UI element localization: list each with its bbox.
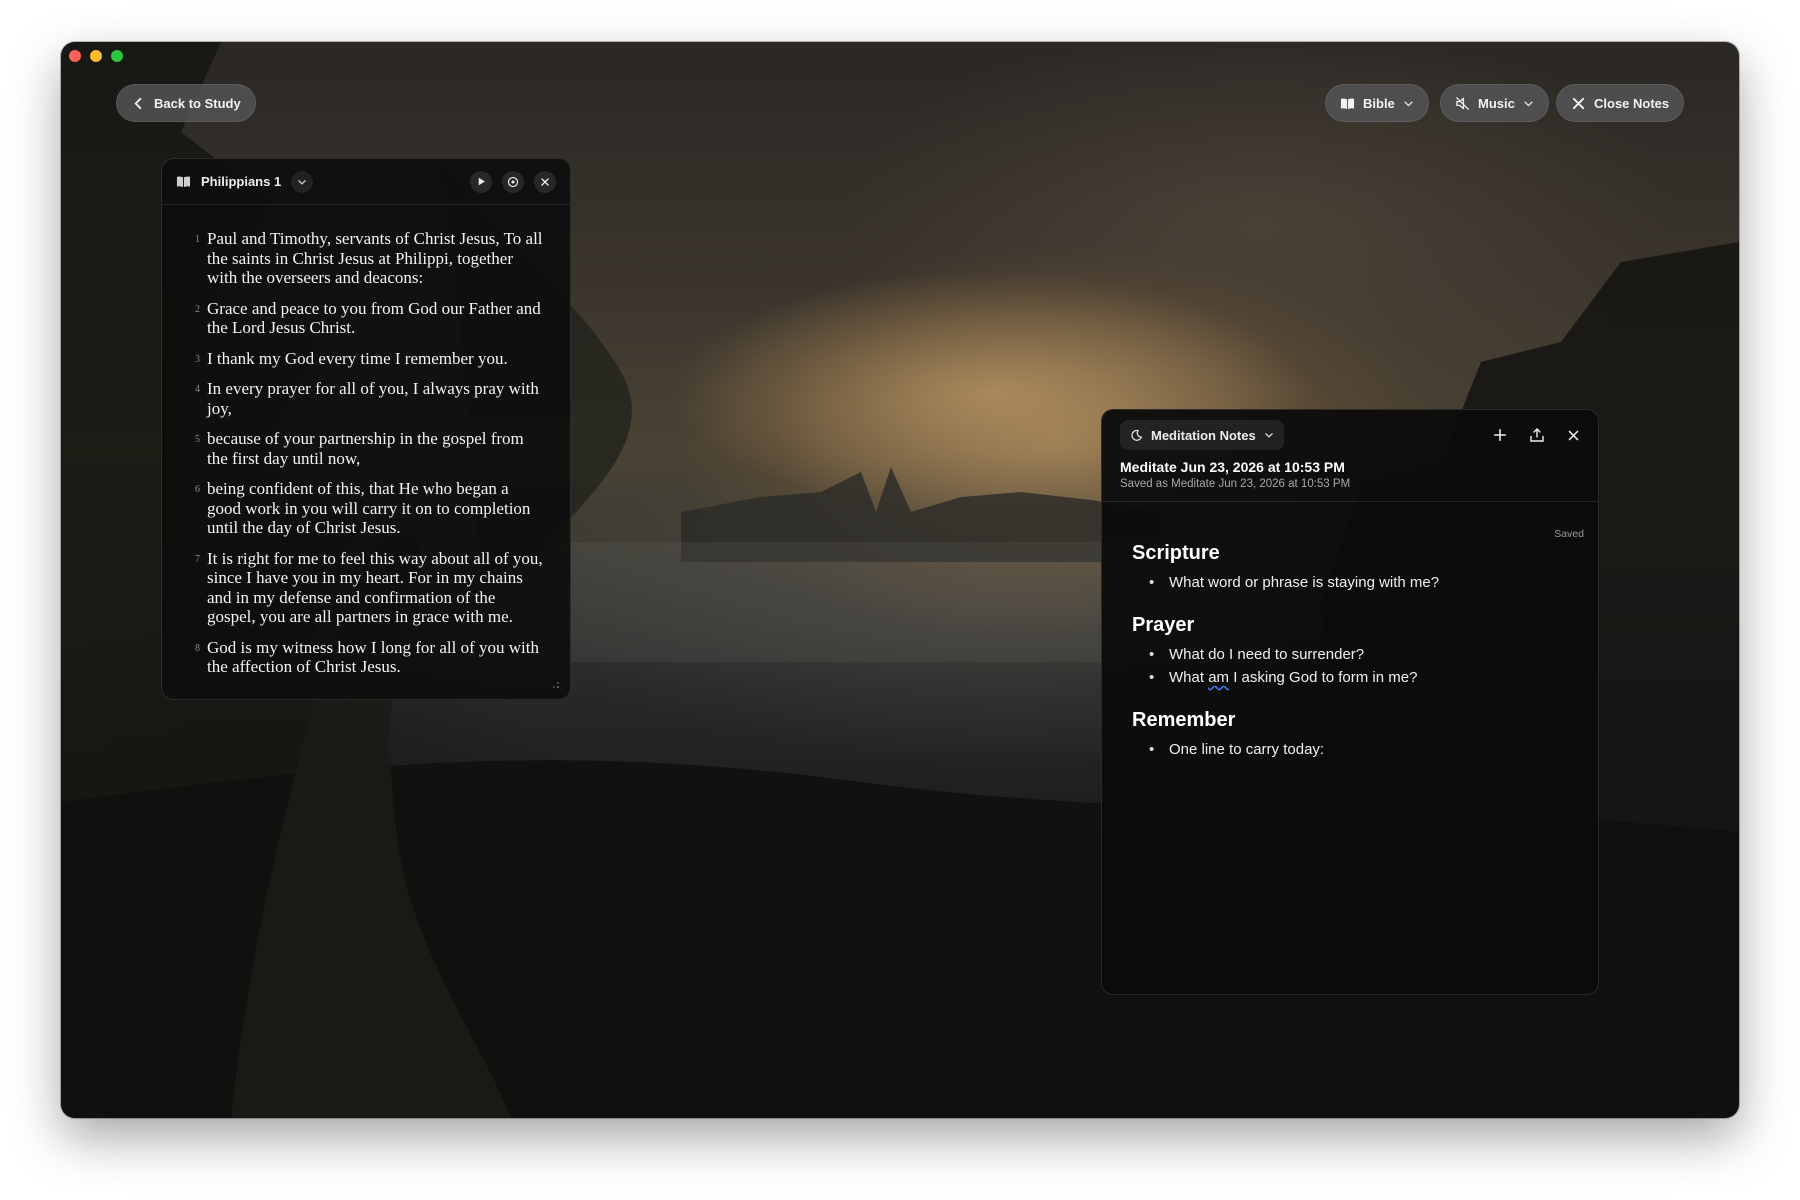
list-item[interactable]: What do I need to surrender? bbox=[1132, 643, 1568, 666]
verse-number: 3 bbox=[195, 353, 200, 365]
plus-icon[interactable] bbox=[1493, 428, 1507, 442]
chevron-down-icon bbox=[1524, 100, 1533, 107]
book-icon bbox=[1340, 97, 1355, 109]
play-audio-button[interactable] bbox=[470, 170, 492, 193]
verse-text: It is right for me to feel this way abou… bbox=[207, 548, 543, 627]
verse-item[interactable]: 3 I thank my God every time I remember yo… bbox=[192, 349, 544, 369]
chevron-left-icon bbox=[134, 97, 142, 109]
bible-label: Bible bbox=[1363, 95, 1395, 111]
verse-number: 7 bbox=[195, 553, 200, 565]
bible-reader-panel: Philippians 1 1 Paul and Timothy, servant… bbox=[161, 158, 571, 700]
chevron-down-icon bbox=[298, 179, 306, 185]
verse-number: 4 bbox=[195, 384, 200, 395]
verse-text: In every prayer for all of you, I always… bbox=[207, 379, 539, 418]
section-heading: Remember bbox=[1132, 709, 1236, 731]
verse-text: Paul and Timothy, servants of Christ Jes… bbox=[207, 229, 543, 287]
close-icon[interactable] bbox=[1567, 429, 1580, 442]
bible-dropdown-button[interactable]: Bible bbox=[1325, 84, 1429, 122]
verse-item[interactable]: 6 being confident of this, that He who be… bbox=[192, 479, 544, 538]
notes-template-label: Meditation Notes bbox=[1151, 427, 1256, 443]
chapter-dropdown-button[interactable] bbox=[291, 170, 314, 193]
book-icon bbox=[176, 176, 191, 188]
reader-header: Philippians 1 bbox=[162, 159, 570, 205]
verse-item[interactable]: 4 In every prayer for all of you, I alway… bbox=[192, 379, 544, 418]
list-item[interactable]: One line to carry today: bbox=[1132, 738, 1568, 761]
verse-number: 8 bbox=[195, 642, 200, 654]
close-reader-button[interactable] bbox=[534, 170, 556, 193]
back-to-study-button[interactable]: Back to Study bbox=[116, 84, 256, 122]
play-icon bbox=[478, 177, 485, 186]
app-window: Back to Study Bible Music Close Notes Ph… bbox=[61, 42, 1739, 1118]
window-controls bbox=[69, 50, 123, 62]
verse-text: Grace and peace to you from God our Fath… bbox=[207, 298, 541, 338]
section-heading: Prayer bbox=[1132, 614, 1195, 636]
saved-status: Saved bbox=[1554, 528, 1584, 540]
verse-text: being confident of this, that He who beg… bbox=[207, 479, 531, 537]
verse-item[interactable]: 2 Grace and peace to you from God our Fat… bbox=[192, 299, 544, 338]
chevron-down-icon bbox=[1264, 433, 1273, 438]
chapter-title: Philippians 1 bbox=[201, 174, 282, 189]
verse-item[interactable]: 1 Paul and Timothy, servants of Christ Je… bbox=[192, 229, 544, 288]
notes-template-dropdown[interactable]: Meditation Notes bbox=[1120, 420, 1284, 450]
share-icon[interactable] bbox=[1529, 427, 1545, 443]
verse-text: because of your partnership in the gospe… bbox=[207, 429, 524, 468]
close-notes-button[interactable]: Close Notes bbox=[1556, 84, 1685, 122]
focus-button[interactable] bbox=[502, 170, 524, 193]
verse-number: 1 bbox=[195, 234, 200, 245]
target-icon bbox=[507, 176, 519, 187]
section-remember: Remember One line to carry today: bbox=[1132, 709, 1568, 761]
close-icon bbox=[1572, 97, 1585, 109]
zoom-window-button[interactable] bbox=[111, 50, 123, 62]
verse-item[interactable]: 8 God is my witness how I long for all of… bbox=[192, 638, 544, 677]
spellcheck-flagged-word[interactable]: am bbox=[1208, 669, 1229, 686]
minimize-window-button[interactable] bbox=[90, 50, 102, 62]
verse-item[interactable]: 7 It is right for me to feel this way abo… bbox=[192, 549, 544, 627]
speaker-muted-icon bbox=[1455, 96, 1470, 110]
verse-number: 6 bbox=[195, 484, 200, 495]
moon-icon bbox=[1131, 429, 1143, 441]
verse-number: 5 bbox=[195, 434, 200, 445]
chevron-down-icon bbox=[1404, 100, 1413, 107]
close-notes-label: Close Notes bbox=[1594, 95, 1670, 111]
verse-list: 1 Paul and Timothy, servants of Christ Je… bbox=[162, 205, 570, 677]
meditation-notes-panel: Meditation Notes Meditate Jun 23, 2026 a… bbox=[1101, 409, 1599, 995]
verse-number: 2 bbox=[195, 303, 200, 315]
text-segment: What bbox=[1169, 669, 1209, 686]
text-segment: I asking God to form in me? bbox=[1229, 669, 1418, 686]
section-prayer: Prayer What do I need to surrender? What… bbox=[1132, 614, 1568, 689]
verse-text: I thank my God every time I remember you… bbox=[207, 348, 508, 368]
note-save-info: Saved as Meditate Jun 23, 2026 at 10:53 … bbox=[1120, 478, 1351, 490]
music-dropdown-button[interactable]: Music bbox=[1440, 84, 1549, 122]
list-item[interactable]: What word or phrase is staying with me? bbox=[1132, 571, 1568, 594]
resize-handle-icon[interactable] bbox=[550, 679, 560, 689]
note-editor[interactable]: Scripture What word or phrase is staying… bbox=[1102, 502, 1598, 761]
verse-text: God is my witness how I long for all of … bbox=[207, 637, 539, 677]
close-icon bbox=[541, 177, 549, 186]
music-label: Music bbox=[1478, 95, 1515, 111]
close-window-button[interactable] bbox=[69, 50, 81, 62]
verse-item[interactable]: 5 because of your partnership in the gosp… bbox=[192, 429, 544, 468]
list-item[interactable]: What am I asking God to form in me? bbox=[1132, 666, 1568, 689]
note-title: Meditate Jun 23, 2026 at 10:53 PM bbox=[1120, 459, 1345, 475]
section-heading: Scripture bbox=[1132, 542, 1220, 564]
section-scripture: Scripture What word or phrase is staying… bbox=[1132, 542, 1568, 594]
back-to-study-label: Back to Study bbox=[154, 95, 241, 111]
